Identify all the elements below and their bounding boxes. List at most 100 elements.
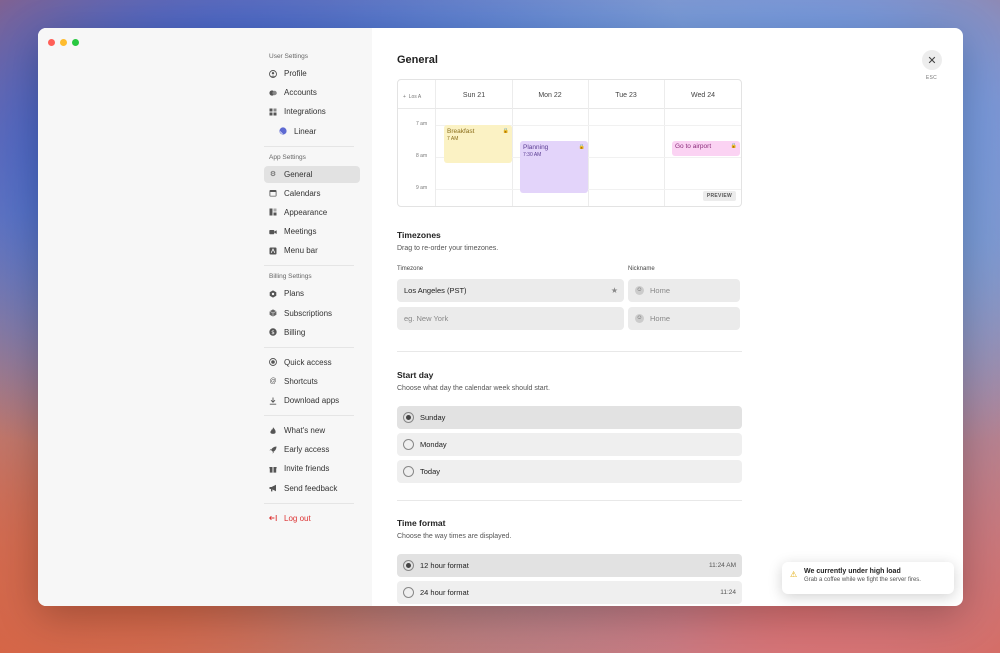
radio[interactable] [403,439,414,450]
nickname-placeholder: Home [650,314,671,323]
star-icon[interactable]: ★ [611,286,618,295]
megaphone-icon [269,484,277,492]
sidebar-item-label: Shortcuts [284,376,318,386]
timezones-description: Drag to re-order your timezones. [397,245,499,252]
emoji-icon[interactable]: ☺ [635,314,644,323]
rocket-icon [269,446,277,454]
app-window: User Settings Profile Accounts Integrati… [38,28,963,606]
sidebar-item-meetings[interactable]: Meetings [264,223,360,240]
page-title: General [397,54,438,66]
sidebar-item-shortcuts[interactable]: @ Shortcuts [264,373,360,390]
sidebar-pane: User Settings Profile Accounts Integrati… [38,28,372,606]
time-format-option-12h[interactable]: 12 hour format 11:24 AM [397,554,742,577]
sidebar-item-menu-bar[interactable]: Menu bar [264,242,360,259]
event-go-to-airport[interactable]: Go to airport 🔒 [672,141,740,156]
radio-selected[interactable] [403,412,414,423]
plans-icon [269,290,277,298]
radio[interactable] [403,587,414,598]
sidebar-divider [264,265,354,267]
nickname-field-label: Nickname [628,266,655,272]
nickname-input[interactable]: ☺ Home [628,307,740,330]
sidebar-item-linear[interactable]: Linear [264,123,360,140]
sidebar-item-label: Appearance [284,207,328,217]
sidebar-item-label: Accounts [284,88,317,98]
app-settings-title: App Settings [269,153,306,161]
start-day-title: Start day [397,370,434,380]
column-divider [512,80,513,206]
day-header: Tue 23 [615,92,637,99]
timezone-placeholder: eg. New York [404,314,449,323]
calendar-icon [269,189,277,197]
sidebar-item-plans[interactable]: Plans [264,285,360,302]
nickname-input[interactable]: ☺ Home [628,279,740,302]
video-icon [269,228,277,236]
radio[interactable] [403,466,414,477]
sidebar-item-label: Profile [284,69,307,78]
nickname-placeholder: Home [650,286,671,295]
close-button[interactable]: ✕ [922,50,942,70]
event-title: Breakfast [447,128,475,135]
sidebar-item-subscriptions[interactable]: Subscriptions [264,305,360,322]
sidebar-item-quick-access[interactable]: Quick access [264,354,360,371]
box-icon [269,309,277,317]
option-label: 12 hour format [420,561,469,570]
sidebar-item-label: Invite friends [284,464,330,474]
logout-button[interactable]: Log out [264,510,360,527]
minimize-window-button[interactable] [60,39,67,46]
event-time: 7:30 AM [523,152,542,158]
logout-icon [269,514,277,522]
window-controls [48,39,79,46]
sidebar-item-calendars[interactable]: Calendars [264,185,360,202]
option-label: 24 hour format [420,588,469,597]
radio-selected[interactable] [403,560,414,571]
sidebar-item-whats-new[interactable]: What's new [264,422,360,439]
gear-icon: ⚙ [269,170,277,178]
event-title: Planning [523,144,549,151]
hour-label: 7 am [416,121,428,127]
sidebar-divider [264,502,354,504]
sidebar-item-send-feedback[interactable]: Send feedback [264,480,360,497]
menubar-icon [269,247,277,255]
esc-label: ESC [925,75,937,81]
emoji-icon[interactable]: ☺ [635,286,644,295]
high-load-toast[interactable]: ⚠ We currently under high load Grab a co… [782,562,954,594]
svg-text:$: $ [271,330,275,336]
sidebar-item-appearance[interactable]: Appearance [264,204,360,221]
sidebar-item-accounts[interactable]: Accounts [264,84,360,101]
sidebar-item-label: Calendars [284,188,321,198]
sidebar-item-early-access[interactable]: Early access [264,441,360,458]
start-day-option-sunday[interactable]: Sunday [397,406,742,429]
toast-title: We currently under high load [804,568,901,575]
sidebar-item-integrations[interactable]: Integrations [264,103,360,120]
section-divider [397,500,742,501]
section-divider [397,351,742,352]
lock-icon: 🔒 [578,144,585,150]
sidebar-item-profile[interactable]: Profile [264,65,360,82]
start-day-option-monday[interactable]: Monday [397,433,742,456]
event-planning[interactable]: Planning 7:30 AM 🔒 [520,141,588,193]
sidebar-item-download-apps[interactable]: Download apps [264,392,360,409]
zoom-window-button[interactable] [72,39,79,46]
option-label: Monday [420,440,447,449]
sidebar-item-label: Subscriptions [284,308,333,318]
lock-icon: 🔒 [730,143,737,149]
timezone-input[interactable]: eg. New York [397,307,624,330]
event-breakfast[interactable]: Breakfast 7 AM 🔒 [444,125,512,163]
person-icon [269,69,277,78]
toast-description: Grab a coffee while we fight the server … [804,577,921,583]
start-day-description: Choose what day the calendar week should… [397,385,550,392]
time-format-option-24h[interactable]: 24 hour format 11:24 [397,581,742,604]
sidebar-item-general[interactable]: ⚙ General [264,165,360,183]
sidebar-item-billing[interactable]: $ Billing [264,324,360,341]
lock-icon: 🔒 [502,128,509,134]
sidebar-divider [264,415,354,417]
sidebar-item-label: Linear [294,126,317,136]
timezone-input[interactable]: Los Angeles (PST) ★ [397,279,624,302]
day-header: Sun 21 [462,92,486,99]
sidebar-item-label: What's new [284,426,326,436]
sidebar-divider [264,145,354,147]
close-window-button[interactable] [48,39,55,46]
sidebar-item-invite-friends[interactable]: Invite friends [264,460,360,477]
start-day-option-today[interactable]: Today [397,460,742,483]
main-content: General ✕ ESC + Los A Sun 21 Mon 22 Tue … [372,28,963,606]
